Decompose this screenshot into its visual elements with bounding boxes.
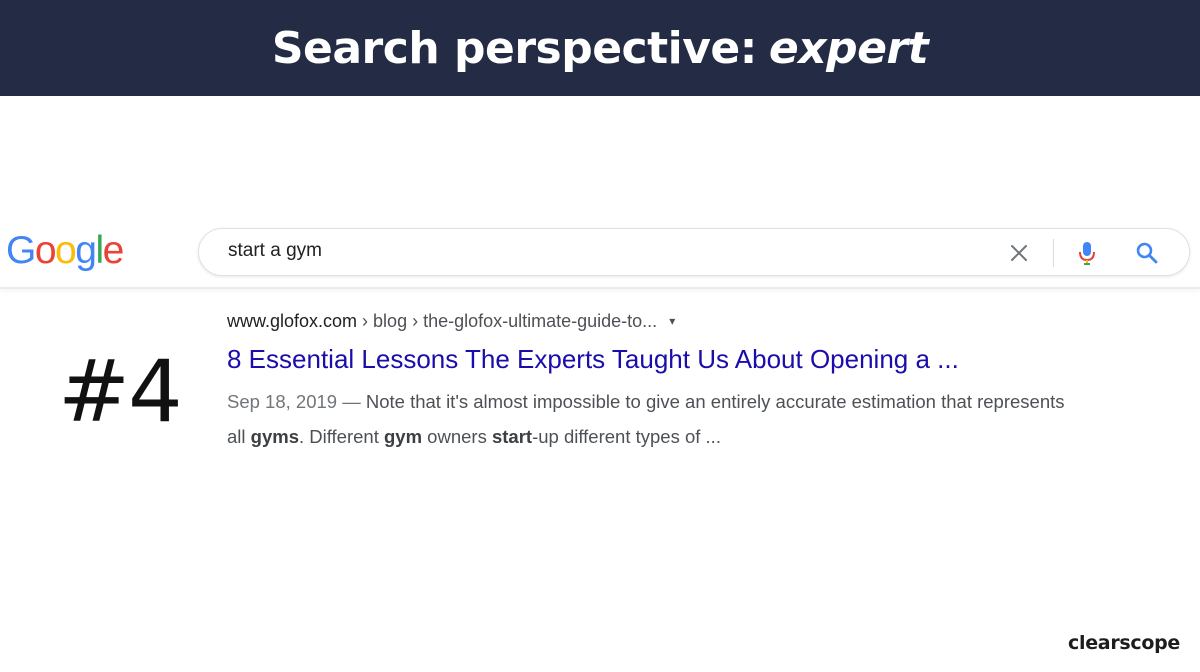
close-icon[interactable] [1007,241,1031,265]
search-divider [1053,239,1054,267]
rank-label: #4 [58,342,183,442]
logo-letter: G [6,229,36,272]
result-url[interactable]: www.glofox.com › blog › the-glofox-ultim… [227,310,1127,332]
snippet-highlight: start [491,426,533,447]
snippet-text: -up different types of ... [532,426,721,447]
search-result: www.glofox.com › blog › the-glofox-ultim… [227,310,1127,454]
microphone-icon[interactable] [1075,240,1099,266]
logo-letter: l [95,229,104,272]
snippet-text: owners [422,426,492,447]
logo-letter: o [55,229,77,272]
snippet-highlight: gym [384,426,423,447]
banner-title-prefix: Search perspective: [271,22,758,74]
chevron-down-icon[interactable]: ▾ [669,314,675,328]
snippet-highlight: gyms [250,426,299,447]
search-bar[interactable]: start a gym [198,228,1190,276]
result-domain: www.glofox.com [227,311,358,331]
search-icon[interactable] [1134,240,1160,266]
result-date: Sep 18, 2019 — [227,391,366,412]
slide-banner: Search perspective: expert [0,0,1200,96]
logo-letter: o [34,229,57,272]
logo-letter: e [102,229,125,272]
google-logo[interactable]: Google [6,226,125,276]
results-header-divider [0,287,1200,289]
logo-letter: g [75,229,97,272]
snippet-text: . Different [298,426,384,447]
brand-logo: clearscope [1068,632,1180,654]
result-breadcrumb-path: › blog › the-glofox-ultimate-guide-to... [357,311,658,331]
banner-title-emphasis: expert [768,22,929,74]
search-input[interactable]: start a gym [228,240,322,262]
result-snippet: Sep 18, 2019 — Note that it's almost imp… [227,384,1087,454]
result-title-link[interactable]: 8 Essential Lessons The Experts Taught U… [227,343,1127,375]
